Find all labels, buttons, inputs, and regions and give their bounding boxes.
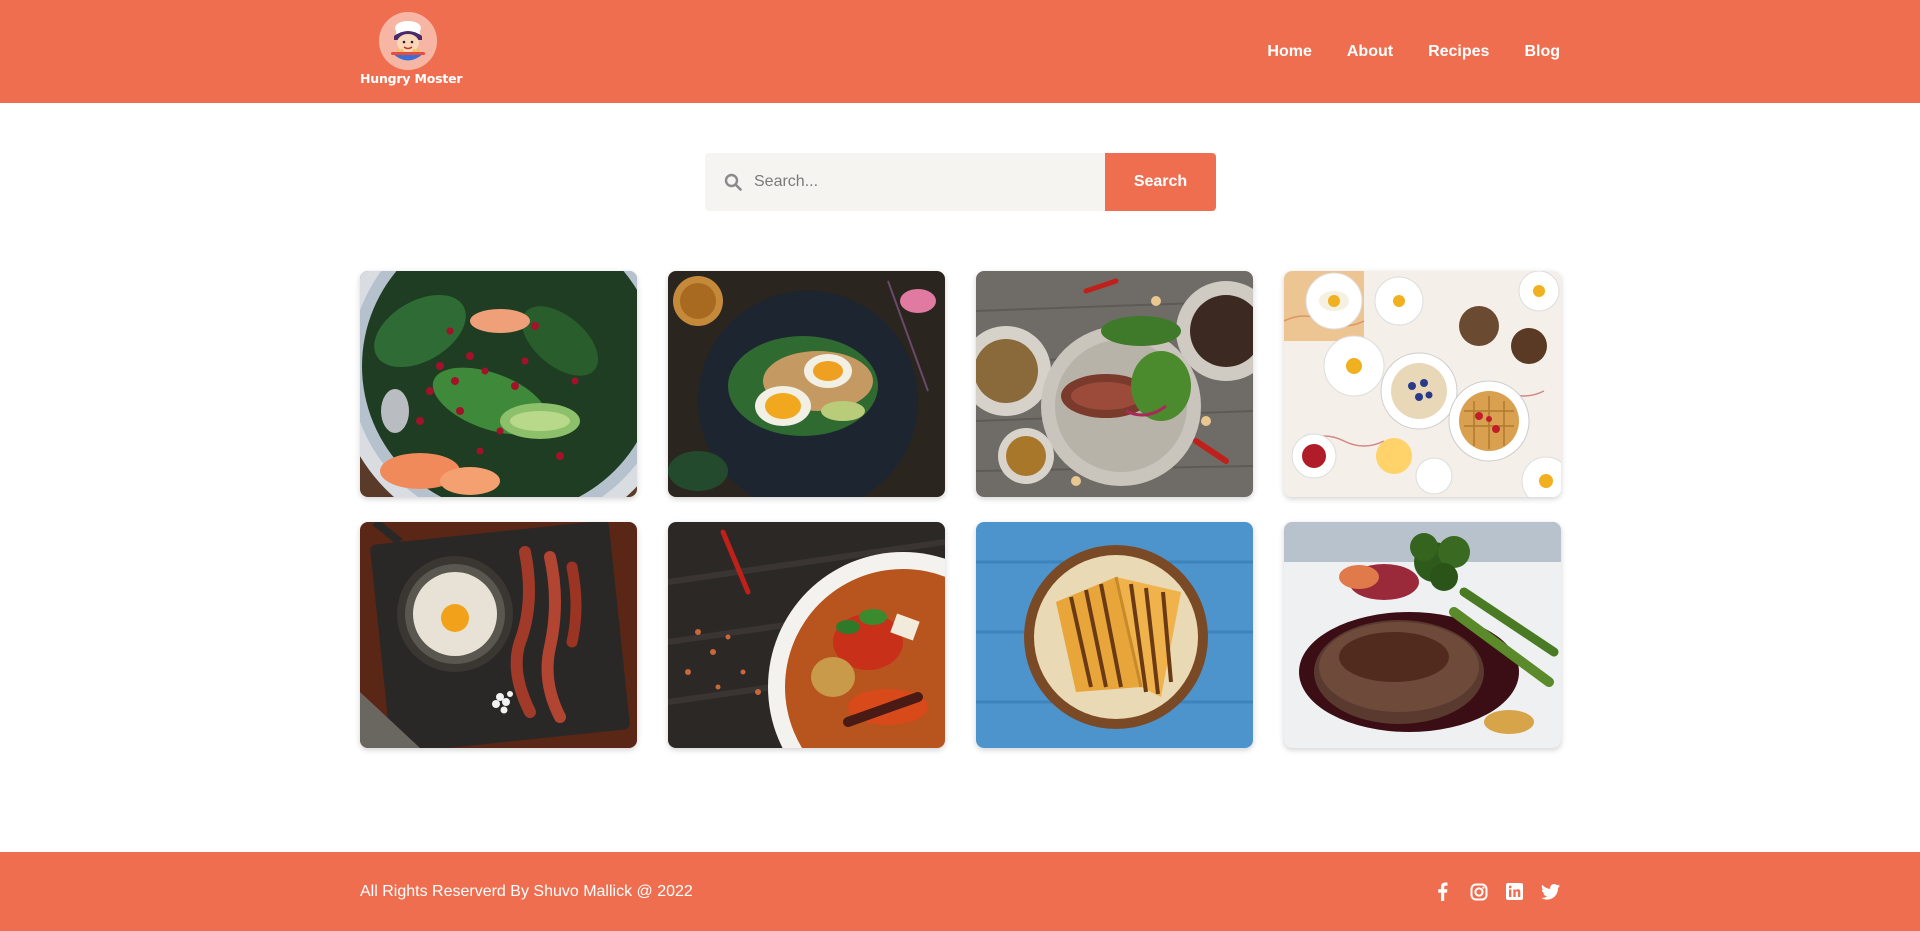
recipe-photo-curry <box>668 522 945 748</box>
facebook-icon[interactable] <box>1433 882 1452 901</box>
recipe-card[interactable] <box>360 271 637 497</box>
search-button[interactable]: Search <box>1105 153 1216 211</box>
search-field <box>705 153 1105 211</box>
nav-recipes[interactable]: Recipes <box>1428 43 1489 61</box>
nav-blog[interactable]: Blog <box>1524 43 1560 61</box>
twitter-icon[interactable] <box>1541 882 1560 901</box>
social-links <box>1433 852 1560 931</box>
site-header: Hungry Moster Home About Recipes Blog <box>0 0 1920 103</box>
search-icon <box>724 173 742 191</box>
main-nav: Home About Recipes Blog <box>1267 0 1560 103</box>
recipe-card[interactable] <box>1284 271 1561 497</box>
search-input[interactable] <box>754 153 1094 211</box>
recipe-grid <box>360 271 1561 748</box>
recipe-photo-sandwich <box>976 522 1253 748</box>
recipe-card[interactable] <box>976 271 1253 497</box>
chef-mascot-icon <box>379 12 437 70</box>
recipe-card[interactable] <box>360 522 637 748</box>
site-footer: All Rights Reserverd By Shuvo Mallick @ … <box>0 852 1920 931</box>
recipe-card[interactable] <box>976 522 1253 748</box>
recipe-card[interactable] <box>668 271 945 497</box>
linkedin-icon[interactable] <box>1505 882 1524 901</box>
search-form: Search <box>705 153 1216 211</box>
instagram-icon[interactable] <box>1469 882 1488 901</box>
brand-logo[interactable]: Hungry Moster <box>360 12 463 88</box>
nav-home[interactable]: Home <box>1267 43 1311 61</box>
nav-about[interactable]: About <box>1347 43 1393 61</box>
brand-name: Hungry Moster <box>360 71 463 86</box>
recipe-photo-egg-bacon <box>360 522 637 748</box>
recipe-photo-brunch <box>1284 271 1561 497</box>
recipe-card[interactable] <box>668 522 945 748</box>
recipe-photo-eggs-toast <box>668 271 945 497</box>
recipe-card[interactable] <box>1284 522 1561 748</box>
copyright-text: All Rights Reserverd By Shuvo Mallick @ … <box>360 882 693 900</box>
recipe-photo-salad <box>360 271 637 497</box>
recipe-photo-steak-bowls <box>976 271 1253 497</box>
recipe-photo-steak <box>1284 522 1561 748</box>
